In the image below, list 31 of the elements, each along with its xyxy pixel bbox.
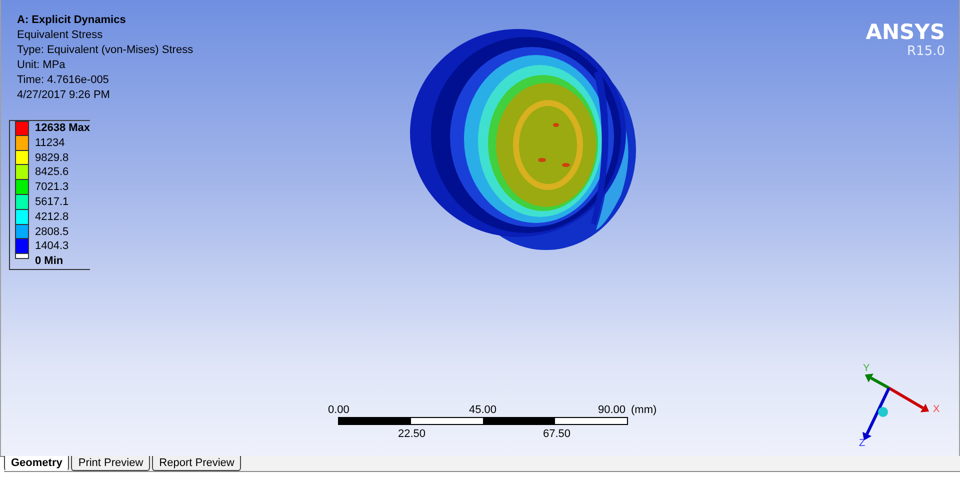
legend-value: 7021.3 xyxy=(35,181,69,194)
result-detail: Type: Equivalent (von-Mises) Stress xyxy=(17,44,194,57)
legend-value: 12638 Max xyxy=(35,122,90,134)
view-tab[interactable]: Print Preview xyxy=(71,456,150,471)
scale-label: 90.00 xyxy=(598,404,626,416)
analysis-title: A: Explicit Dynamics xyxy=(17,14,127,27)
legend-value: 11234 xyxy=(35,136,65,149)
scale-label: 45.00 xyxy=(469,404,497,416)
view-tab[interactable]: Geometry xyxy=(4,456,70,471)
axis-label: Y xyxy=(863,363,870,374)
legend-value: 4212.8 xyxy=(35,210,69,223)
scale-label: 22.50 xyxy=(398,428,426,440)
version-label: R15.0 xyxy=(907,44,945,59)
legend-value: 0 Min xyxy=(35,255,64,268)
result-detail: Equivalent Stress xyxy=(17,29,104,42)
scale-label: 0.00 xyxy=(328,404,350,416)
legend-value: 8425.6 xyxy=(35,166,69,178)
legend-value: 2808.5 xyxy=(35,226,69,238)
logo-text: ANSYS xyxy=(866,20,945,44)
scale-label: 67.50 xyxy=(543,428,571,440)
result-detail: 4/27/2017 9:26 PM xyxy=(17,89,111,102)
legend-value: 5617.1 xyxy=(35,196,69,208)
legend-value: 9829.8 xyxy=(35,152,69,164)
result-detail: Unit: MPa xyxy=(17,59,66,72)
scale-unit: (mm) xyxy=(631,404,657,416)
axis-label: Z xyxy=(859,438,866,449)
view-tab[interactable]: Report Preview xyxy=(152,456,242,471)
result-detail: Time: 4.7616e-005 xyxy=(17,74,110,87)
axis-label: X xyxy=(933,404,940,415)
legend-value: 1404.3 xyxy=(35,240,69,252)
sphere-icon xyxy=(878,407,888,417)
